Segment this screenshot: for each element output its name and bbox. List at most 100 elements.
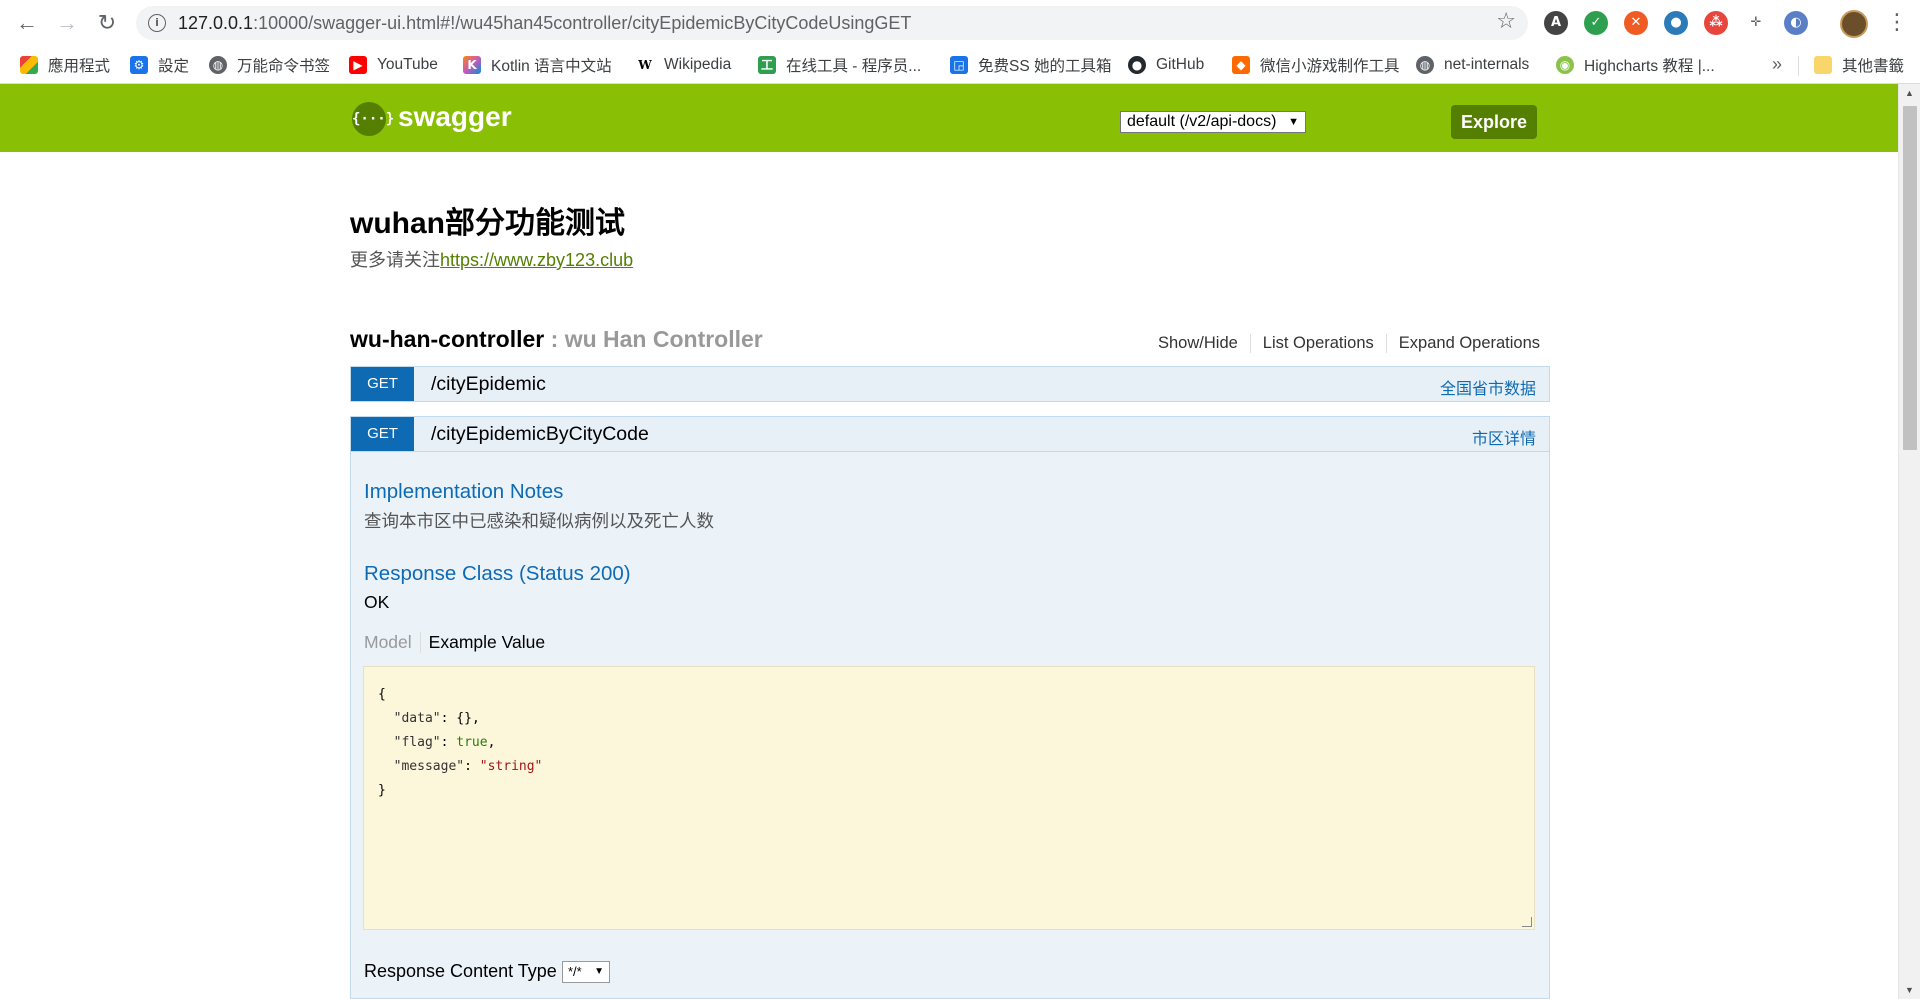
json-line: "data": {},	[393, 711, 480, 726]
shield-icon[interactable]: ✓	[1584, 11, 1608, 35]
reload-button[interactable]: ↻	[94, 10, 120, 36]
json-key: "data"	[393, 711, 441, 726]
gear-icon: ⚙	[130, 56, 148, 74]
bookmark-github[interactable]: ● GitHub	[1128, 55, 1204, 75]
response-content-type-select[interactable]: */* ▼	[562, 961, 610, 983]
explore-button[interactable]: Explore	[1451, 105, 1537, 139]
page-scrollbar[interactable]: ▲ ▼	[1898, 84, 1920, 999]
bookmarks-bar: 應用程式 ⚙ 設定 ◍ 万能命令书签 ▶ YouTube K Kotlin 语言中文站 …	[0, 46, 1920, 84]
swagger-logo-icon[interactable]: {···}	[352, 102, 394, 136]
url-host: 127.0.0.1	[178, 13, 254, 33]
bookmark-kotlin[interactable]: K Kotlin 语言中文站	[463, 55, 612, 75]
api-spec-value: default (/v2/api-docs)	[1127, 113, 1277, 130]
response-class-value: OK	[364, 592, 390, 612]
bookmark-toolbox[interactable]: ◲ 免费SS 她的工具箱	[950, 55, 1111, 75]
bookmark-label: net-internals	[1444, 56, 1530, 73]
blocker-icon[interactable]: ✕	[1624, 11, 1648, 35]
clock-icon[interactable]: ◐	[1784, 11, 1808, 35]
api-spec-select[interactable]: default (/v2/api-docs) ▼	[1120, 111, 1306, 133]
bookmark-label: Kotlin 语言中文站	[491, 58, 612, 75]
browser-menu-icon[interactable]: ⋮	[1886, 10, 1908, 36]
move-icon[interactable]: ✛	[1744, 11, 1768, 35]
operation-path[interactable]: /cityEpidemic	[431, 373, 546, 396]
operation-city-epidemic-by-city-code[interactable]: GET /cityEpidemicByCityCode 市区详情	[350, 416, 1550, 452]
bookmark-settings[interactable]: ⚙ 設定	[130, 55, 189, 75]
json-line: "message": "string"	[393, 759, 543, 774]
json-value: true	[456, 735, 488, 750]
list-operations-link[interactable]: List Operations	[1251, 334, 1387, 353]
bookmark-label: GitHub	[1156, 56, 1205, 73]
resource-heading[interactable]: wu-han-controller : wu Han Controller	[350, 326, 763, 353]
bookmark-star-icon[interactable]: ☆	[1496, 9, 1516, 34]
kotlin-icon: K	[463, 56, 481, 74]
caret-down-icon: ▼	[594, 966, 604, 977]
globe-icon: ◍	[209, 56, 227, 74]
bookmarks-divider	[1798, 56, 1799, 76]
address-bar[interactable]: i 127.0.0.1:10000/swagger-ui.html#!/wu45…	[136, 6, 1528, 40]
bookmark-label: 應用程式	[48, 58, 111, 75]
browser-toolbar: ← → ↻ i 127.0.0.1:10000/swagger-ui.html#…	[0, 0, 1920, 46]
resource-name[interactable]: wu-han-controller	[350, 326, 544, 352]
game-icon: ◆	[1232, 56, 1250, 74]
response-class-heading: Response Class (Status 200)	[364, 562, 631, 585]
swagger-title[interactable]: swagger	[398, 101, 512, 133]
json-value: {}	[456, 711, 472, 726]
resource-actions: Show/Hide List Operations Expand Operati…	[1146, 334, 1540, 353]
resize-handle-icon[interactable]	[1522, 917, 1532, 927]
bookmark-apps[interactable]: 應用程式	[20, 55, 110, 75]
expand-operations-link[interactable]: Expand Operations	[1387, 334, 1540, 353]
operation-city-epidemic[interactable]: GET /cityEpidemic 全国省市数据	[350, 366, 1550, 402]
bookmark-commands[interactable]: ◍ 万能命令书签	[209, 55, 330, 75]
bookmark-label: Wikipedia	[664, 56, 732, 73]
bookmark-label: YouTube	[377, 56, 438, 73]
operation-summary[interactable]: 全国省市数据	[1440, 375, 1536, 399]
wikipedia-icon: W	[636, 56, 654, 74]
bookmark-other[interactable]: 其他書籤	[1814, 55, 1904, 75]
operation-summary[interactable]: 市区详情	[1472, 425, 1536, 449]
site-info-icon[interactable]: i	[148, 14, 166, 32]
signature-tabs: Model Example Value	[364, 632, 545, 653]
bookmark-label: 微信小游戏制作工具	[1260, 58, 1400, 75]
swagger-header: {···} swagger default (/v2/api-docs) ▼ Ex…	[0, 84, 1898, 152]
globe-icon: ◍	[1416, 56, 1434, 74]
bookmark-minigame[interactable]: ◆ 微信小游戏制作工具	[1232, 55, 1400, 75]
forward-button[interactable]: →	[54, 10, 80, 36]
bookmark-tools[interactable]: 工在线工具 - 程序员...	[758, 55, 921, 75]
api-description-prefix: 更多请关注	[350, 250, 440, 270]
operation-path[interactable]: /cityEpidemicByCityCode	[431, 423, 649, 446]
example-value-snippet[interactable]: { "data": {}, "flag": true, "message": "…	[363, 666, 1535, 930]
scroll-up-arrow-icon[interactable]: ▲	[1905, 88, 1914, 98]
bookmark-label: 万能命令书签	[237, 58, 331, 75]
back-button[interactable]: ←	[14, 10, 40, 36]
resource-description: wu Han Controller	[564, 326, 763, 352]
translate-icon[interactable]: A	[1544, 11, 1568, 35]
json-key: "flag"	[393, 735, 441, 750]
scroll-down-arrow-icon[interactable]: ▼	[1905, 985, 1914, 995]
profile-avatar[interactable]	[1840, 10, 1868, 38]
http-method-badge[interactable]: GET	[351, 417, 414, 451]
bookmark-wikipedia[interactable]: W Wikipedia	[636, 55, 731, 75]
bookmark-net-internals[interactable]: ◍ net-internals	[1416, 55, 1529, 75]
model-tab[interactable]: Model	[364, 632, 421, 653]
bookmarks-overflow-icon[interactable]: »	[1772, 54, 1782, 75]
bookmark-youtube[interactable]: ▶ YouTube	[349, 55, 438, 75]
api-description-link[interactable]: https://www.zby123.club	[440, 250, 633, 270]
folder-icon	[1814, 56, 1832, 74]
example-value-tab[interactable]: Example Value	[421, 632, 545, 653]
url-text[interactable]: 127.0.0.1:10000/swagger-ui.html#!/wu45ha…	[178, 13, 911, 34]
implementation-notes-text: 查询本市区中已感染和疑似病例以及死亡人数	[364, 511, 714, 531]
response-content-type-label: Response Content Type	[364, 961, 557, 981]
json-line: "flag": true,	[393, 735, 496, 750]
bookmark-label: 其他書籤	[1842, 58, 1905, 75]
network-icon[interactable]: ⁂	[1704, 11, 1728, 35]
scroll-thumb[interactable]	[1903, 106, 1917, 450]
http-method-badge[interactable]: GET	[351, 367, 414, 401]
json-line: {	[378, 683, 1520, 707]
show-hide-link[interactable]: Show/Hide	[1146, 334, 1251, 353]
bookmark-highcharts[interactable]: ◉ Highcharts 教程 |...	[1556, 55, 1715, 75]
json-value: "string"	[479, 759, 543, 774]
highcharts-icon: ◉	[1556, 56, 1574, 74]
operation-detail-panel: Implementation Notes 查询本市区中已感染和疑似病例以及死亡人…	[350, 452, 1550, 999]
bookmark-label: 在线工具 - 程序员...	[786, 58, 922, 75]
globe-icon[interactable]: ●	[1664, 11, 1688, 35]
